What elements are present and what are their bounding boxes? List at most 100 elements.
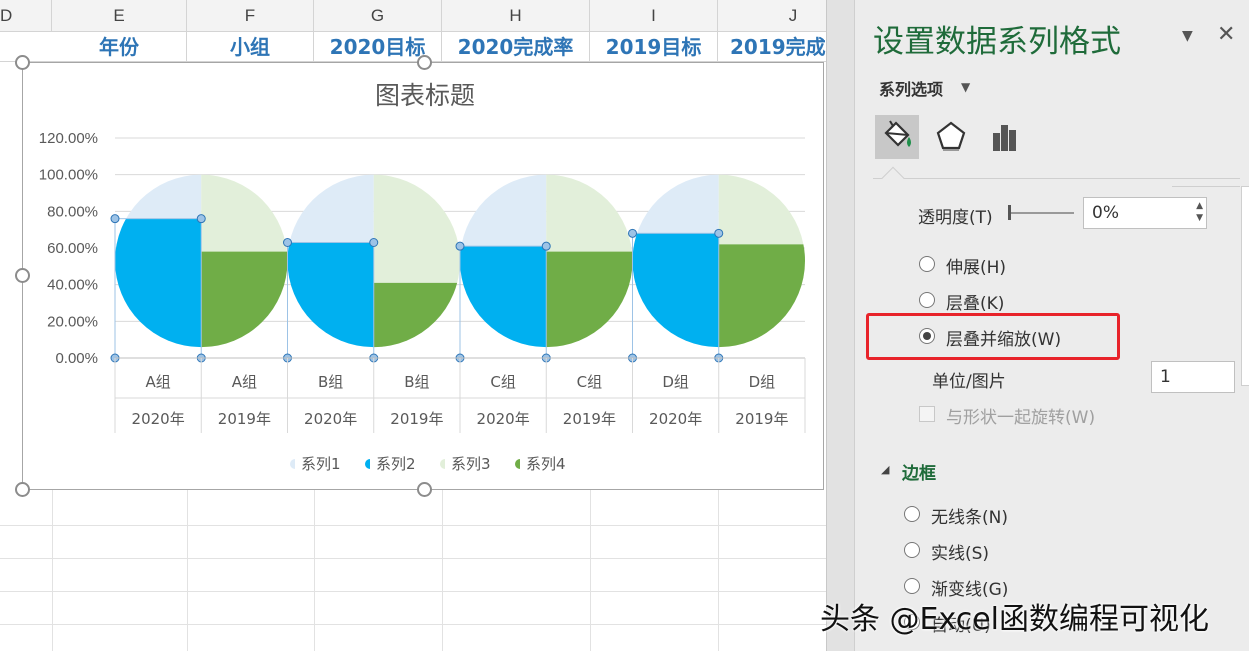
selection-handle[interactable] bbox=[714, 228, 724, 238]
transparency-label: 透明度(T) bbox=[918, 208, 993, 228]
x-group-label: 2020年 bbox=[132, 410, 185, 428]
resize-handle-top[interactable] bbox=[417, 55, 432, 70]
header-row: 年份 小组 2020目标 2020完成率 2019目标 2019完成 bbox=[0, 32, 826, 62]
resize-handle-top-left[interactable] bbox=[15, 55, 30, 70]
spinner-arrows-icon[interactable]: ▲ ▼ bbox=[1196, 200, 1203, 224]
x-tick-label: B组 bbox=[318, 373, 343, 391]
selection-handle[interactable] bbox=[196, 214, 206, 224]
radio-stack[interactable] bbox=[919, 292, 935, 308]
x-tick-label: A组 bbox=[145, 373, 170, 391]
column-header-d[interactable]: D bbox=[0, 0, 52, 32]
rotate-with-shape-label[interactable]: 与形状一起旋转(W) bbox=[946, 403, 1095, 428]
selection-handle[interactable] bbox=[455, 241, 465, 251]
bar-chart-icon bbox=[993, 125, 1016, 151]
y-tick-label: 40.00% bbox=[47, 277, 98, 294]
radio-no-line[interactable] bbox=[904, 506, 920, 522]
column-header-row: D E F G H I J bbox=[0, 0, 826, 32]
legend-entry[interactable]: 系列4 bbox=[526, 455, 566, 473]
transparency-input[interactable]: 0% ▲ ▼ bbox=[1083, 197, 1207, 229]
legend-swatch bbox=[515, 459, 520, 469]
cell-header-2019-rate[interactable]: 2019完成 bbox=[718, 32, 826, 62]
close-icon[interactable]: ✕ bbox=[1217, 22, 1235, 47]
selection-handle[interactable] bbox=[541, 241, 551, 251]
border-section-header[interactable]: 边框 bbox=[902, 459, 936, 484]
cell-header-group[interactable]: 小组 bbox=[187, 32, 314, 62]
rotate-with-shape-checkbox[interactable] bbox=[919, 406, 935, 422]
watermark-text: 头条 @Excel函数编程可视化 bbox=[820, 602, 1210, 637]
column-header-h[interactable]: H bbox=[442, 0, 590, 32]
transparency-value: 0% bbox=[1092, 203, 1119, 223]
legend-entry[interactable]: 系列1 bbox=[301, 455, 341, 473]
pie-bar-chart[interactable]: 图表标题 0.00% 20.00% 40.00% 60.00% 80.00% 100.00… bbox=[23, 63, 823, 489]
units-per-picture-input[interactable]: 1 bbox=[1151, 361, 1235, 393]
radio-stretch[interactable] bbox=[919, 256, 935, 272]
cell-header-year[interactable]: 年份 bbox=[52, 32, 187, 62]
cell-header-2020-rate[interactable]: 2020完成率 bbox=[442, 32, 590, 62]
series-options-dropdown[interactable]: 系列选项 bbox=[879, 76, 943, 100]
x-group-label: 2020年 bbox=[477, 410, 530, 428]
radio-solid-line[interactable] bbox=[904, 542, 920, 558]
tab-series-options[interactable] bbox=[983, 115, 1027, 159]
legend-swatch bbox=[365, 459, 370, 469]
pane-edge-strip bbox=[827, 0, 855, 651]
resize-handle-left[interactable] bbox=[15, 268, 30, 283]
x-group-label: 2020年 bbox=[304, 410, 357, 428]
units-per-picture-value: 1 bbox=[1160, 367, 1171, 387]
y-tick-label: 120.00% bbox=[39, 130, 98, 147]
pane-title: 设置数据系列格式 bbox=[873, 24, 1121, 60]
option-stack-and-scale-label[interactable]: 层叠并缩放(W) bbox=[946, 325, 1061, 350]
x-group-label: 2019年 bbox=[563, 410, 616, 428]
selection-handle[interactable] bbox=[369, 238, 379, 247]
column-header-j[interactable]: J bbox=[718, 0, 826, 32]
paint-bucket-icon bbox=[884, 120, 911, 147]
grid-line bbox=[0, 591, 826, 592]
y-tick-label: 20.00% bbox=[47, 313, 98, 330]
x-group-label: 2020年 bbox=[649, 410, 702, 428]
legend-entry[interactable]: 系列3 bbox=[451, 455, 491, 473]
tab-fill-line[interactable] bbox=[875, 115, 919, 159]
border-solid-line-label[interactable]: 实线(S) bbox=[931, 539, 989, 564]
cell-header-2019-target[interactable]: 2019目标 bbox=[590, 32, 718, 62]
transparency-slider[interactable] bbox=[1010, 212, 1074, 214]
radio-stack-and-scale[interactable] bbox=[919, 328, 935, 344]
transparency-slider-thumb[interactable] bbox=[1008, 205, 1011, 220]
chart-area[interactable]: 图表标题 0.00% 20.00% 40.00% 60.00% 80.00% 100.00… bbox=[22, 62, 824, 490]
grid-line bbox=[0, 525, 826, 526]
radio-gradient-line[interactable] bbox=[904, 578, 920, 594]
selection-handle[interactable] bbox=[283, 238, 292, 247]
chevron-down-icon[interactable]: ▼ bbox=[961, 80, 970, 94]
chart-title[interactable]: 图表标题 bbox=[375, 82, 475, 110]
x-group-label: 2019年 bbox=[218, 410, 271, 428]
resize-handle-bottom-left[interactable] bbox=[15, 482, 30, 497]
tab-effects[interactable] bbox=[929, 115, 973, 159]
option-stack-label[interactable]: 层叠(K) bbox=[946, 289, 1004, 314]
y-tick-label: 100.00% bbox=[39, 167, 98, 184]
y-tick-label: 0.00% bbox=[55, 350, 98, 367]
legend-entry[interactable]: 系列2 bbox=[376, 455, 416, 473]
x-tick-label: D组 bbox=[662, 373, 689, 391]
pentagon-icon bbox=[936, 121, 966, 151]
y-tick-label: 60.00% bbox=[47, 240, 98, 257]
x-tick-label: A组 bbox=[232, 373, 257, 391]
x-tick-label: D组 bbox=[749, 373, 776, 391]
column-header-g[interactable]: G bbox=[314, 0, 442, 32]
resize-handle-bottom[interactable] bbox=[417, 482, 432, 497]
x-tick-label: C组 bbox=[490, 373, 515, 391]
selection-handle[interactable] bbox=[628, 228, 637, 238]
x-tick-label: C组 bbox=[577, 373, 602, 391]
option-stretch-label[interactable]: 伸展(H) bbox=[946, 253, 1006, 278]
collapse-caret-icon[interactable]: ◢ bbox=[881, 463, 889, 476]
grid-line bbox=[0, 558, 826, 559]
border-no-line-label[interactable]: 无线条(N) bbox=[931, 503, 1008, 528]
selection-handle[interactable] bbox=[110, 214, 120, 224]
pane-menu-chevron-icon[interactable]: ▼ bbox=[1182, 28, 1193, 44]
x-tick-label: B组 bbox=[404, 373, 429, 391]
pane-scrollbar[interactable] bbox=[1241, 186, 1249, 386]
x-group-label: 2019年 bbox=[735, 410, 788, 428]
column-header-i[interactable]: I bbox=[590, 0, 718, 32]
column-header-f[interactable]: F bbox=[187, 0, 314, 32]
tab-divider bbox=[873, 178, 1240, 179]
y-tick-label: 80.00% bbox=[47, 203, 98, 220]
units-per-picture-label: 单位/图片 bbox=[932, 372, 1006, 392]
column-header-e[interactable]: E bbox=[52, 0, 187, 32]
